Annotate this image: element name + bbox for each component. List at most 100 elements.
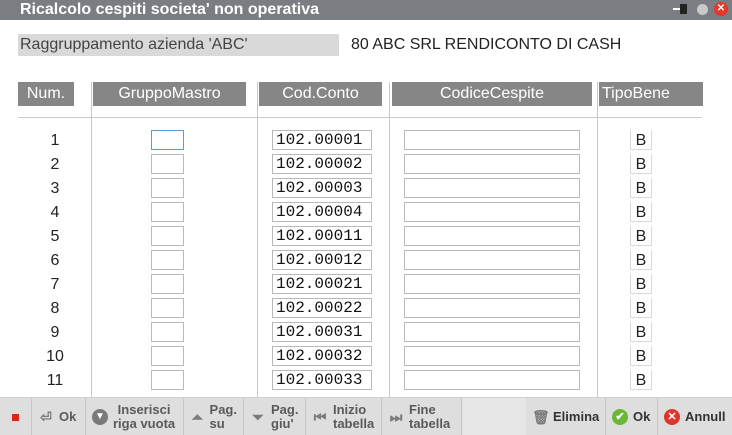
tipo-bene-field[interactable]: B	[630, 226, 652, 246]
tipo-bene-field[interactable]: B	[630, 202, 652, 222]
row-number: 10	[46, 348, 64, 365]
page-down-label: Pag. giu'	[271, 402, 299, 431]
cod-conto-field[interactable]: 102.00031	[272, 322, 372, 342]
tipo-bene-field[interactable]: B	[630, 298, 652, 318]
last-record-icon: ⏭	[389, 409, 403, 425]
insert-empty-row-button[interactable]: ▼ Inserisci riga vuota	[86, 398, 184, 435]
tipo-bene-field[interactable]: B	[630, 178, 652, 198]
tipo-bene-field[interactable]: B	[630, 250, 652, 270]
row-number: 9	[50, 324, 60, 341]
close-icon[interactable]: ✕	[714, 2, 728, 16]
stop-icon	[12, 413, 19, 421]
table-start-button[interactable]: ⏮ Inizio tabella	[306, 398, 382, 435]
gruppo-mastro-field[interactable]	[151, 346, 184, 366]
gruppo-mastro-field[interactable]	[151, 226, 184, 246]
minimize-dot-icon[interactable]	[697, 3, 708, 15]
confirm-ok-label: Ok	[633, 409, 651, 424]
insert-row-icon: ▼	[92, 409, 108, 425]
table-end-label: Fine tabella	[409, 402, 451, 431]
gruppo-mastro-field[interactable]	[151, 274, 184, 294]
tipo-bene-field[interactable]: B	[630, 154, 652, 174]
column-header-num: Num.	[18, 82, 74, 106]
table-row: 4 102.00004 B	[0, 201, 732, 225]
row-number: 1	[50, 132, 60, 149]
cod-conto-field[interactable]: 102.00033	[272, 370, 372, 390]
tipo-bene-field[interactable]: B	[630, 274, 652, 294]
cancel-button[interactable]: ✕ Annull	[658, 398, 732, 435]
cod-conto-field[interactable]: 102.00012	[272, 250, 372, 270]
column-header-gruppo-mastro: GruppoMastro	[93, 82, 246, 106]
codice-cespite-field[interactable]	[404, 130, 580, 150]
stop-button[interactable]	[0, 398, 32, 435]
gruppo-mastro-field[interactable]	[151, 178, 184, 198]
codice-cespite-field[interactable]	[404, 250, 580, 270]
codice-cespite-field[interactable]	[404, 202, 580, 222]
codice-cespite-field[interactable]	[404, 298, 580, 318]
codice-cespite-field[interactable]	[404, 178, 580, 198]
page-down-icon: ⏷	[252, 409, 264, 425]
codice-cespite-field[interactable]	[404, 370, 580, 390]
page-down-button[interactable]: ⏷ Pag. giu'	[244, 398, 306, 435]
tipo-bene-field[interactable]: B	[630, 322, 652, 342]
cod-conto-field[interactable]: 102.00022	[272, 298, 372, 318]
column-header-tipo-bene: TipoBene	[599, 82, 703, 106]
bottom-toolbar: ⏎ Ok ▼ Inserisci riga vuota ⏶ Pag. su ⏷ …	[0, 397, 732, 435]
enter-arrow-icon: ⏎	[40, 409, 52, 425]
cod-conto-field[interactable]: 102.00001	[272, 130, 372, 150]
group-label: Raggruppamento azienda 'ABC'	[18, 34, 339, 56]
title-bar: Ricalcolo cespiti societa' non operativa…	[0, 0, 732, 20]
codice-cespite-field[interactable]	[404, 322, 580, 342]
cod-conto-field[interactable]: 102.00002	[272, 154, 372, 174]
tipo-bene-field[interactable]: B	[630, 370, 652, 390]
table-row: 2 102.00002 B	[0, 153, 732, 177]
cod-conto-field[interactable]: 102.00011	[272, 226, 372, 246]
delete-label: Elimina	[553, 409, 600, 424]
codice-cespite-field[interactable]	[404, 226, 580, 246]
first-record-icon: ⏮	[313, 409, 327, 425]
confirm-ok-button[interactable]: ✔ Ok	[606, 398, 658, 435]
gruppo-mastro-field[interactable]	[151, 250, 184, 270]
cod-conto-field[interactable]: 102.00003	[272, 178, 372, 198]
group-value: 80 ABC SRL RENDICONTO DI CASH	[351, 36, 622, 53]
header-separator	[18, 117, 702, 118]
cancel-x-icon: ✕	[664, 409, 680, 425]
table-row: 7 102.00021 B	[0, 273, 732, 297]
column-header-codice-cespite: CodiceCespite	[392, 82, 592, 106]
window-controls: ✕	[673, 2, 728, 16]
table-row: 10 102.00032 B	[0, 345, 732, 369]
row-number: 6	[50, 252, 60, 269]
row-number: 5	[50, 228, 60, 245]
row-number: 11	[46, 372, 64, 389]
cancel-label: Annull	[685, 409, 726, 424]
tipo-bene-field[interactable]: B	[630, 346, 652, 366]
table-body: 1 102.00001 B 2 102.00002 B 3 102.00003 B 4 102.00…	[0, 129, 732, 393]
row-number: 7	[50, 276, 60, 293]
row-number: 8	[50, 300, 60, 317]
cod-conto-field[interactable]: 102.00032	[272, 346, 372, 366]
pin-icon[interactable]	[673, 2, 691, 16]
gruppo-mastro-field[interactable]	[151, 298, 184, 318]
table-row: 6 102.00012 B	[0, 249, 732, 273]
window-title: Ricalcolo cespiti societa' non operativa	[20, 1, 320, 18]
codice-cespite-field[interactable]	[404, 154, 580, 174]
table-start-label: Inizio tabella	[333, 402, 375, 431]
delete-button[interactable]: 🗑 Elimina	[526, 398, 606, 435]
page-up-label: Pag. su	[209, 402, 237, 431]
page-up-button[interactable]: ⏶ Pag. su	[184, 398, 244, 435]
cod-conto-field[interactable]: 102.00021	[272, 274, 372, 294]
insert-empty-row-label: Inserisci riga vuota	[113, 402, 176, 431]
gruppo-mastro-field[interactable]	[151, 202, 184, 222]
ok-label: Ok	[59, 409, 77, 424]
table-row: 9 102.00031 B	[0, 321, 732, 345]
codice-cespite-field[interactable]	[404, 346, 580, 366]
gruppo-mastro-field[interactable]	[151, 322, 184, 342]
tipo-bene-field[interactable]: B	[630, 130, 652, 150]
table-end-button[interactable]: ⏭ Fine tabella	[382, 398, 462, 435]
gruppo-mastro-field[interactable]	[151, 130, 184, 150]
codice-cespite-field[interactable]	[404, 274, 580, 294]
gruppo-mastro-field[interactable]	[151, 370, 184, 390]
ok-button[interactable]: ⏎ Ok	[32, 398, 86, 435]
gruppo-mastro-field[interactable]	[151, 154, 184, 174]
cod-conto-field[interactable]: 102.00004	[272, 202, 372, 222]
table-row: 3 102.00003 B	[0, 177, 732, 201]
